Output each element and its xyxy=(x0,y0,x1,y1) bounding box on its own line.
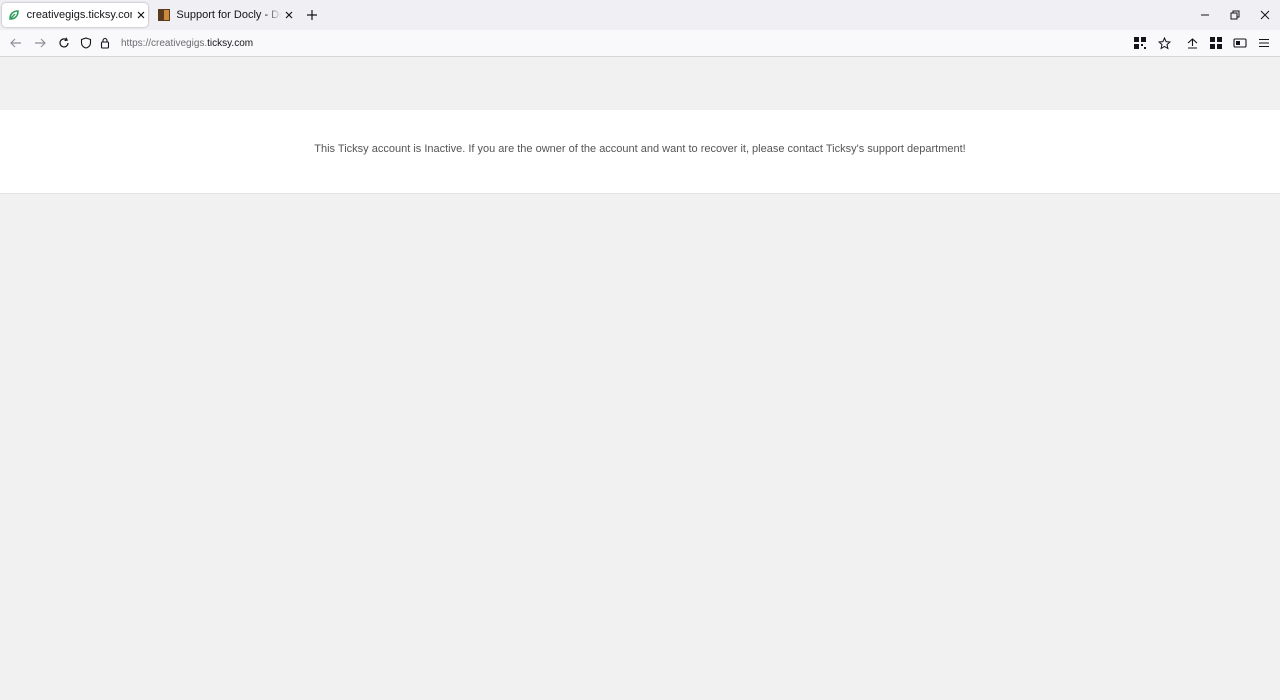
plus-icon xyxy=(307,10,317,20)
url-text[interactable]: https://creativegigs.ticksy.com xyxy=(121,38,253,49)
close-icon[interactable] xyxy=(283,8,297,22)
save-to-pocket-icon xyxy=(1187,37,1197,49)
menu-button[interactable] xyxy=(1256,35,1272,51)
qr-code-icon xyxy=(1134,37,1146,49)
notice-banner: This Ticksy account is Inactive. If you … xyxy=(0,110,1280,194)
toolbar-right xyxy=(1132,35,1272,51)
reader-view-icon xyxy=(1233,38,1247,48)
ticksy-leaf-icon xyxy=(6,7,22,23)
pocket-button[interactable] xyxy=(1184,35,1200,51)
minimize-button[interactable] xyxy=(1190,0,1220,30)
reload-icon xyxy=(59,37,69,48)
reader-view-button[interactable] xyxy=(1232,35,1248,51)
close-icon xyxy=(1260,10,1270,20)
arrow-left-icon xyxy=(10,38,21,48)
tab-active[interactable]: creativegigs.ticksy.com/ xyxy=(2,3,148,27)
shield-icon[interactable] xyxy=(78,35,94,51)
extensions-icon xyxy=(1210,37,1222,49)
close-icon[interactable] xyxy=(134,8,148,22)
forward-button[interactable] xyxy=(32,35,48,51)
page-content: This Ticksy account is Inactive. If you … xyxy=(0,57,1280,700)
reload-button[interactable] xyxy=(56,35,72,51)
qr-code-button[interactable] xyxy=(1132,35,1148,51)
tab-strip: creativegigs.ticksy.com/ Support for Doc… xyxy=(0,0,1280,30)
navigation-toolbar: https://creativegigs.ticksy.com xyxy=(0,30,1280,57)
extensions-button[interactable] xyxy=(1208,35,1224,51)
restore-button[interactable] xyxy=(1220,0,1250,30)
back-button[interactable] xyxy=(8,35,24,51)
star-icon xyxy=(1157,36,1171,50)
tab-title: creativegigs.ticksy.com/ xyxy=(26,9,133,21)
arrow-right-icon xyxy=(35,38,46,48)
restore-icon xyxy=(1230,10,1240,20)
hamburger-menu-icon xyxy=(1259,38,1269,48)
lock-icon[interactable] xyxy=(97,35,113,51)
url-bar[interactable]: https://creativegigs.ticksy.com xyxy=(78,32,1128,54)
window-controls xyxy=(1190,0,1280,30)
tab-title: Support for Docly - Documentation xyxy=(176,9,280,21)
url-prefix: https://creativegigs. xyxy=(121,37,208,49)
docly-icon xyxy=(156,7,171,23)
bookmark-star-button[interactable] xyxy=(1156,35,1172,51)
inactive-account-message: This Ticksy account is Inactive. If you … xyxy=(314,143,966,155)
tab-inactive[interactable]: Support for Docly - Documentation xyxy=(152,3,296,27)
minimize-icon xyxy=(1201,14,1209,16)
close-window-button[interactable] xyxy=(1250,0,1280,30)
new-tab-button[interactable] xyxy=(304,7,320,23)
url-domain: ticksy.com xyxy=(207,37,254,49)
